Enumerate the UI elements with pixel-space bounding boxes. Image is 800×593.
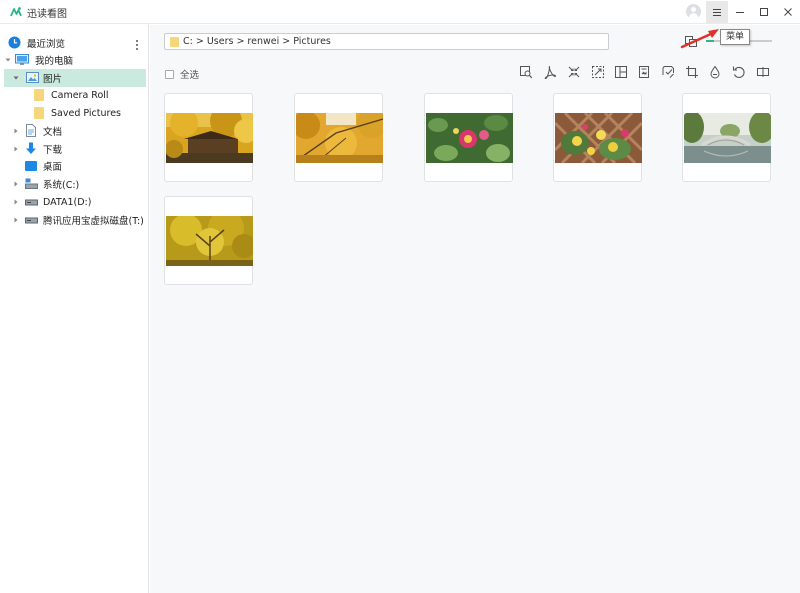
collage-icon[interactable] [614,65,628,79]
minimize-button[interactable] [729,1,751,23]
yellow-roses-image [555,113,642,163]
chevron-right-icon[interactable] [12,145,20,153]
sidebar-item-saved-pictures[interactable]: Saved Pictures [0,104,148,122]
resize-icon[interactable] [591,65,605,79]
search-image-icon[interactable] [519,65,533,79]
ginkgo-building-image [166,113,253,163]
chevron-down-icon[interactable] [12,74,20,82]
clock-icon [8,36,21,49]
watermark-icon[interactable] [661,65,675,79]
sidebar-item-drive-t[interactable]: 腾讯应用宝虚拟磁盘(T:) [0,211,148,229]
chevron-right-icon[interactable] [12,216,20,224]
hamburger-icon [713,8,721,16]
thumbnail-1[interactable] [164,93,253,182]
desktop-icon [25,161,37,171]
sidebar-item-label: 图片 [43,74,63,85]
drive-icon [25,217,38,224]
path-bar[interactable]: C: > Users > renwei > Pictures [164,33,609,50]
red-arrow-annotation [680,29,719,49]
chevron-right-icon[interactable] [12,198,20,206]
sidebar-item-computer[interactable]: 我的电脑 [0,51,148,69]
maximize-button[interactable] [753,1,775,23]
breadcrumb[interactable]: C: > Users > renwei > Pictures [183,36,331,47]
sidebar-item-label: DATA1(D:) [43,196,92,208]
system-drive-icon [25,178,38,189]
title-bar: 迅读看图 [0,0,800,24]
folder-icon [34,89,44,101]
minimize-icon [736,12,744,13]
ginkgo-branches-image [296,113,383,163]
color-icon[interactable] [708,65,722,79]
chevron-down-icon[interactable] [4,56,12,64]
download-icon [26,142,36,154]
thumbnail-4[interactable] [553,93,642,182]
drive-icon [25,199,38,206]
user-avatar[interactable] [686,4,701,19]
folder-icon [34,107,44,119]
thumbnail-5[interactable] [682,93,771,182]
app-logo-icon [10,7,22,17]
chevron-right-icon[interactable] [12,180,20,188]
sidebar-item-documents[interactable]: 文档 [0,122,148,140]
compress-icon[interactable] [567,65,581,79]
split-icon[interactable] [756,65,770,79]
sidebar-item-label: Camera Roll [51,89,109,101]
sidebar-item-pictures[interactable]: 图片 [4,69,146,87]
sidebar-item-label: 下载 [43,145,63,156]
maximize-icon [760,8,768,16]
pink-flower-image [426,113,513,163]
sidebar-item-downloads[interactable]: 下载 [0,140,148,158]
stone-bridge-image [684,113,771,163]
select-all[interactable]: 全选 [165,67,199,81]
more-options-icon[interactable] [133,38,141,52]
select-all-checkbox[interactable] [165,69,174,79]
sidebar-item-desktop[interactable]: 桌面 [0,157,148,175]
long-image-icon[interactable] [637,65,651,79]
pdf-icon[interactable] [543,65,557,79]
sidebar-item-drive-d[interactable]: DATA1(D:) [0,193,148,211]
thumbnail-6[interactable] [164,196,253,285]
sidebar-item-label: 系统(C:) [43,180,80,191]
sidebar-item-label: 最近浏览 [27,39,66,50]
sidebar-item-recent[interactable]: 最近浏览 [0,34,148,52]
sidebar-item-camera-roll[interactable]: Camera Roll [0,86,148,104]
thumbnail-2[interactable] [294,93,383,182]
sidebar-item-label: 腾讯应用宝虚拟磁盘(T:) [43,216,144,227]
close-button[interactable] [777,1,799,23]
menu-tooltip: 菜单 [720,29,751,45]
rotate-icon[interactable] [732,65,746,79]
sidebar-item-drive-c[interactable]: 系统(C:) [0,175,148,193]
ginkgo-canopy-image [166,216,253,266]
app-title: 迅读看图 [27,9,67,20]
pictures-folder-icon [26,72,39,83]
sidebar-item-label: 文档 [43,127,63,138]
close-icon [784,8,792,16]
crop-icon[interactable] [685,65,699,79]
menu-button[interactable] [706,1,728,23]
computer-icon [15,54,29,65]
folder-icon [170,37,179,47]
document-icon [26,124,36,137]
sidebar-item-label: 我的电脑 [35,56,74,67]
thumbnail-3[interactable] [424,93,513,182]
sidebar-item-label: Saved Pictures [51,107,121,119]
select-all-label: 全选 [180,70,200,81]
chevron-right-icon[interactable] [12,127,20,135]
sidebar-item-label: 桌面 [43,162,63,173]
